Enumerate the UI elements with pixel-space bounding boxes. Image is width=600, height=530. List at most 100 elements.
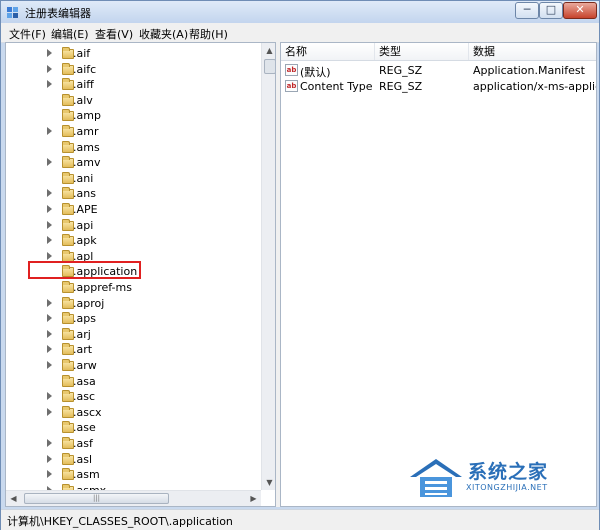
expand-arrow-icon[interactable] [47, 439, 52, 447]
tree-item-label: .asa [73, 374, 96, 388]
values-list-pane[interactable]: 名称 类型 数据 ab (默认) REG_SZ Application.Mani… [280, 42, 597, 507]
tree-item[interactable]: .arw [6, 358, 261, 374]
list-header: 名称 类型 数据 [281, 43, 596, 61]
column-header-data[interactable]: 数据 [469, 43, 596, 60]
tree-item-label: .aiff [73, 78, 94, 92]
tree-vertical-scroll-thumb[interactable] [264, 59, 275, 74]
menu-edit[interactable]: 编辑(E) [51, 26, 89, 42]
menu-view[interactable]: 查看(V) [95, 26, 133, 42]
tree-item[interactable]: .aproj [6, 296, 261, 312]
tree-item[interactable]: .amv [6, 155, 261, 171]
tree-item-label: .amv [73, 156, 101, 170]
expand-arrow-icon[interactable] [47, 80, 52, 89]
value-data: Application.Manifest [473, 64, 585, 77]
expand-arrow-icon[interactable] [47, 220, 52, 229]
maximize-button[interactable]: □ [539, 2, 563, 19]
tree-item[interactable]: .aiff [6, 77, 261, 93]
expand-arrow-icon[interactable] [47, 205, 52, 213]
tree-horizontal-scrollbar[interactable]: ◀ ||| ▶ [6, 490, 261, 506]
tree-item-label: .APE [73, 203, 98, 216]
tree-item-label: .appref-ms [73, 281, 132, 294]
tree-item[interactable]: .asa [6, 374, 261, 390]
tree-item[interactable]: .amp [6, 108, 261, 124]
tree-item[interactable]: .APE [6, 202, 261, 218]
minimize-button[interactable]: ─ [515, 2, 539, 19]
tree-item[interactable]: .arj [6, 327, 261, 343]
expand-arrow-icon[interactable] [47, 407, 52, 416]
expand-arrow-icon[interactable] [47, 127, 52, 135]
scroll-right-icon[interactable]: ▶ [246, 491, 261, 506]
tree-item-label: .aifc [73, 62, 97, 76]
tree-item[interactable]: .aifc [6, 62, 261, 78]
key-tree-pane[interactable]: .aif .aifc .aiff .alv .amp .amr .ams .amv .ani .a… [5, 42, 276, 507]
tree-item[interactable]: .asl [6, 452, 261, 468]
tree-item-label: .asm [73, 468, 100, 482]
tree-item[interactable]: .ans [6, 186, 261, 202]
tree-item-label: .asl [73, 452, 93, 466]
tree-item-label: .aproj [73, 296, 105, 310]
tree-item-label: .amp [73, 109, 101, 123]
tree-item[interactable]: .ase [6, 420, 261, 436]
scroll-down-icon[interactable]: ▼ [262, 475, 275, 490]
watermark-subtitle: XITONGZHIJIA.NET [466, 483, 548, 492]
tree-item[interactable]: .ams [6, 140, 261, 156]
tree-item[interactable]: .aps [6, 311, 261, 327]
expand-arrow-icon[interactable] [47, 189, 52, 198]
expand-arrow-icon[interactable] [47, 470, 52, 479]
expand-arrow-icon[interactable] [47, 64, 52, 73]
expand-arrow-icon[interactable] [47, 236, 52, 245]
tree-item-label: .ans [73, 187, 96, 201]
close-button[interactable]: ✕ [563, 2, 597, 19]
string-value-icon: ab [285, 64, 298, 76]
tree-item[interactable]: .apk [6, 233, 261, 249]
value-data: application/x-ms-application [473, 80, 596, 93]
tree-item[interactable]: .ascx [6, 405, 261, 421]
expand-arrow-icon[interactable] [47, 454, 52, 463]
tree-item[interactable]: .alv [6, 93, 261, 109]
menu-favorites[interactable]: 收藏夹(A) [139, 26, 188, 42]
tree-horizontal-scroll-thumb[interactable]: ||| [24, 493, 169, 504]
expand-arrow-icon[interactable] [47, 49, 52, 57]
house-logo-icon [410, 459, 462, 497]
expand-arrow-icon[interactable] [47, 158, 52, 167]
tree-item[interactable]: .amr [6, 124, 261, 140]
tree-item-label: .arw [73, 359, 97, 372]
tree-item-label: .aif [73, 47, 91, 60]
scroll-up-icon[interactable]: ▲ [262, 43, 275, 58]
tree-item[interactable]: .asm [6, 467, 261, 483]
tree-item-label: .api [73, 218, 94, 232]
tree-item-label: .alv [73, 93, 93, 107]
tree-item[interactable]: .art [6, 342, 261, 358]
tree-item[interactable]: .appref-ms [6, 280, 261, 296]
value-row[interactable]: ab (默认) REG_SZ Application.Manifest [281, 62, 596, 79]
tree-item[interactable]: .ani [6, 171, 261, 187]
tree-item[interactable]: .asf [6, 436, 261, 452]
expand-arrow-icon[interactable] [47, 345, 52, 354]
registry-editor-icon [7, 7, 18, 18]
tree-item-label: .apk [73, 234, 97, 248]
site-watermark: 系统之家 XITONGZHIJIA.NET [406, 453, 596, 505]
scroll-left-icon[interactable]: ◀ [6, 491, 21, 506]
tree-item[interactable]: .aif [6, 46, 261, 62]
column-header-type[interactable]: 类型 [375, 43, 469, 60]
expand-arrow-icon[interactable] [47, 251, 52, 260]
tree-vertical-scrollbar[interactable]: ▲ ▼ [261, 43, 275, 490]
tree-item[interactable]: .api [6, 218, 261, 234]
tree-item-label: .ascx [73, 405, 102, 419]
maximize-icon: □ [545, 3, 557, 16]
column-header-name[interactable]: 名称 [281, 43, 375, 60]
tree-item[interactable]: .asc [6, 389, 261, 405]
expand-arrow-icon[interactable] [47, 361, 52, 369]
menu-help[interactable]: 帮助(H) [189, 26, 228, 42]
expand-arrow-icon[interactable] [47, 314, 52, 323]
tree-item-label: .asc [73, 390, 96, 404]
menu-file[interactable]: 文件(F) [9, 26, 46, 42]
title-bar[interactable]: 注册表编辑器 ─ □ ✕ [1, 1, 599, 23]
tree-item-label: .ase [73, 421, 96, 435]
expand-arrow-icon[interactable] [47, 329, 52, 338]
value-row[interactable]: ab Content Type REG_SZ application/x-ms-… [281, 78, 596, 94]
window-title: 注册表编辑器 [25, 7, 91, 20]
expand-arrow-icon[interactable] [47, 298, 52, 307]
string-value-icon: ab [285, 80, 298, 92]
expand-arrow-icon[interactable] [47, 392, 52, 401]
